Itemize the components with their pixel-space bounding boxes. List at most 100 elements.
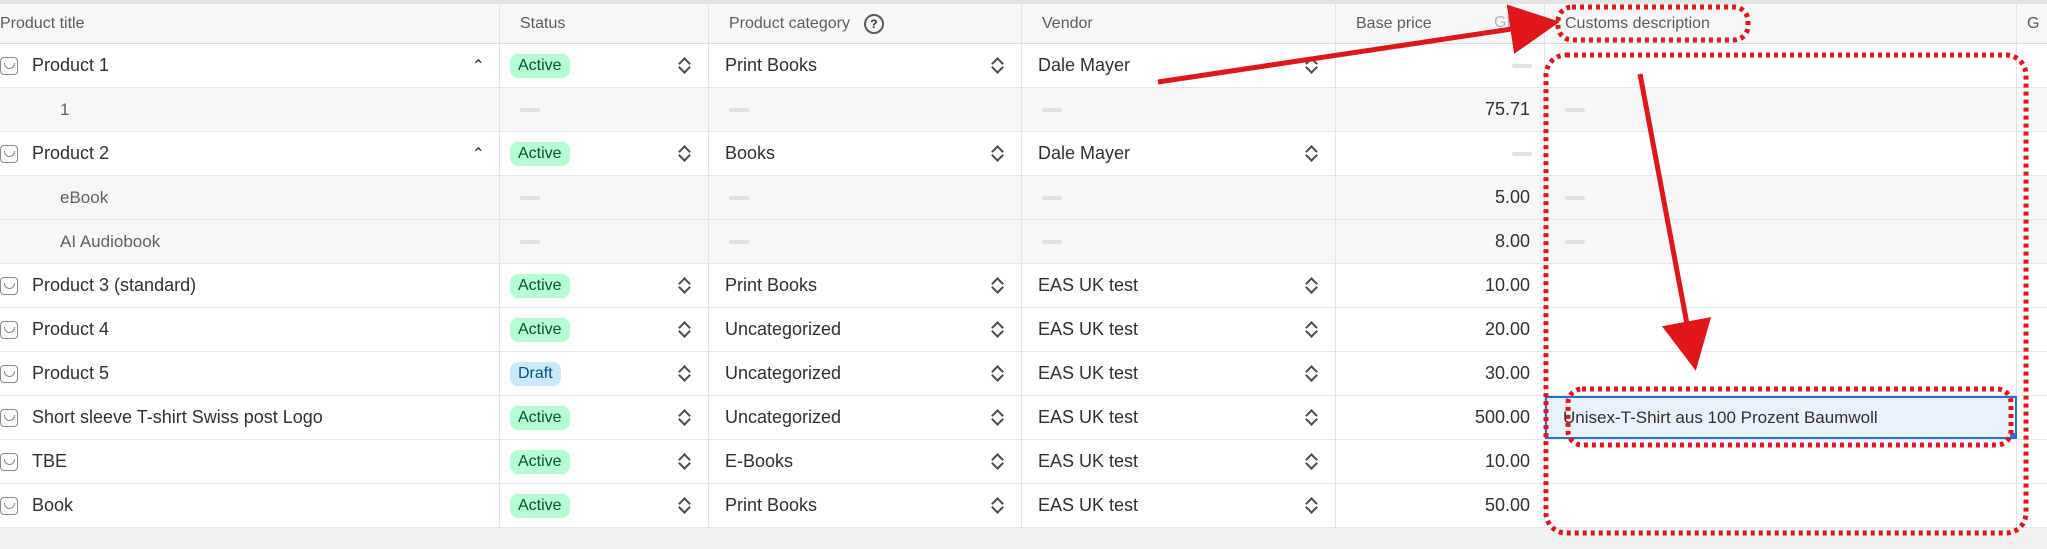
sort-select-icon[interactable]	[678, 362, 690, 384]
product-title[interactable]: Product 2	[32, 143, 109, 164]
sort-select-icon[interactable]	[678, 406, 690, 428]
category-select[interactable]: E-Books	[709, 451, 793, 472]
customs-cell[interactable]	[1545, 44, 2017, 87]
table-row[interactable]: TBE Active E-Books EAS UK test 10.00	[0, 440, 2047, 484]
product-title[interactable]: Product 1	[32, 55, 109, 76]
sort-select-icon[interactable]	[678, 54, 690, 76]
customs-cell[interactable]	[1545, 220, 2017, 263]
table-row[interactable]: Product 4 Active Uncategorized EAS UK te…	[0, 308, 2047, 352]
category-select[interactable]: Print Books	[709, 275, 817, 296]
sort-select-icon[interactable]	[1305, 362, 1317, 384]
variant-row[interactable]: 1 75.71	[0, 88, 2047, 132]
sort-select-icon[interactable]	[678, 450, 690, 472]
category-select[interactable]: Uncategorized	[709, 407, 841, 428]
sort-select-icon[interactable]	[991, 450, 1003, 472]
header-base-price[interactable]: Base price GB	[1336, 4, 1545, 43]
vendor-select[interactable]: Dale Mayer	[1022, 143, 1130, 164]
header-product-category[interactable]: Product category?	[709, 4, 1022, 43]
sort-select-icon[interactable]	[1305, 54, 1317, 76]
product-title[interactable]: Product 5	[32, 363, 109, 384]
sort-select-icon[interactable]	[1305, 494, 1317, 516]
vendor-select[interactable]: EAS UK test	[1022, 275, 1138, 296]
table-row[interactable]: Short sleeve T-shirt Swiss post Logo Act…	[0, 396, 2047, 440]
variant-row[interactable]: eBook 5.00	[0, 176, 2047, 220]
fill-handle[interactable]	[2010, 433, 2016, 439]
table-row[interactable]: Product 5 Draft Uncategorized EAS UK tes…	[0, 352, 2047, 396]
sort-select-icon[interactable]	[991, 494, 1003, 516]
category-select[interactable]: Print Books	[709, 55, 817, 76]
status-badge[interactable]: Active	[510, 449, 570, 474]
chevron-up-icon[interactable]: ⌃	[472, 144, 485, 164]
price-cell[interactable]: 8.00	[1336, 220, 1545, 263]
price-cell[interactable]: 50.00	[1336, 484, 1545, 527]
product-title[interactable]: Short sleeve T-shirt Swiss post Logo	[32, 407, 323, 428]
vendor-select[interactable]: Dale Mayer	[1022, 55, 1130, 76]
status-badge[interactable]: Active	[510, 493, 570, 518]
header-vendor[interactable]: Vendor	[1022, 4, 1336, 43]
customs-cell[interactable]	[1545, 352, 2017, 395]
chevron-up-icon[interactable]: ⌃	[472, 56, 485, 76]
status-badge[interactable]: Active	[510, 273, 570, 298]
category-select[interactable]: Books	[709, 143, 775, 164]
table-row[interactable]: Book Active Print Books EAS UK test 50.0…	[0, 484, 2047, 528]
vendor-select[interactable]: EAS UK test	[1022, 363, 1138, 384]
header-customs-description[interactable]: Customs description	[1545, 4, 2017, 43]
vendor-select[interactable]: EAS UK test	[1022, 319, 1138, 340]
sort-select-icon[interactable]	[991, 318, 1003, 340]
empty-placeholder	[1042, 195, 1062, 200]
price-cell[interactable]: 10.00	[1336, 440, 1545, 483]
sort-select-icon[interactable]	[1305, 318, 1317, 340]
header-product-title[interactable]: Product title	[0, 4, 500, 43]
product-title[interactable]: Book	[32, 495, 73, 516]
vendor-select[interactable]: EAS UK test	[1022, 451, 1138, 472]
vendor-select[interactable]: EAS UK test	[1022, 407, 1138, 428]
category-select[interactable]: Print Books	[709, 495, 817, 516]
table-row[interactable]: Product 2 ⌃ Active Books Dale Mayer	[0, 132, 2047, 176]
status-badge[interactable]: Active	[510, 317, 570, 342]
sort-select-icon[interactable]	[678, 318, 690, 340]
status-badge[interactable]: Active	[510, 141, 570, 166]
customs-cell[interactable]	[1545, 484, 2017, 527]
table-row[interactable]: Product 3 (standard) Active Print Books …	[0, 264, 2047, 308]
sort-select-icon[interactable]	[991, 362, 1003, 384]
status-badge[interactable]: Active	[510, 405, 570, 430]
price-cell[interactable]: 75.71	[1336, 88, 1545, 131]
status-badge[interactable]: Active	[510, 53, 570, 78]
category-select[interactable]: Uncategorized	[709, 319, 841, 340]
vendor-select[interactable]: EAS UK test	[1022, 495, 1138, 516]
sort-select-icon[interactable]	[1305, 274, 1317, 296]
price-cell[interactable]: 10.00	[1336, 264, 1545, 307]
price-cell[interactable]: 30.00	[1336, 352, 1545, 395]
sort-select-icon[interactable]	[678, 274, 690, 296]
price-cell[interactable]: 20.00	[1336, 308, 1545, 351]
customs-description-value[interactable]: Unisex-T-Shirt aus 100 Prozent Baumwoll	[1545, 408, 1878, 428]
customs-cell[interactable]	[1545, 132, 2017, 175]
table-row[interactable]: Product 1 ⌃ Active Print Books Dale Mayer	[0, 44, 2047, 88]
customs-cell[interactable]	[1545, 308, 2017, 351]
variant-row[interactable]: AI Audiobook 8.00	[0, 220, 2047, 264]
product-title[interactable]: Product 3 (standard)	[32, 275, 196, 296]
category-select[interactable]: Uncategorized	[709, 363, 841, 384]
header-next-column[interactable]: G	[2017, 4, 2047, 43]
header-status[interactable]: Status	[500, 4, 709, 43]
sort-select-icon[interactable]	[1305, 406, 1317, 428]
product-title[interactable]: TBE	[32, 451, 67, 472]
price-cell[interactable]: 5.00	[1336, 176, 1545, 219]
customs-cell-selected[interactable]: Unisex-T-Shirt aus 100 Prozent Baumwoll	[1545, 396, 2017, 439]
sort-select-icon[interactable]	[678, 142, 690, 164]
sort-select-icon[interactable]	[1305, 142, 1317, 164]
sort-select-icon[interactable]	[991, 406, 1003, 428]
customs-cell[interactable]	[1545, 176, 2017, 219]
customs-cell[interactable]	[1545, 440, 2017, 483]
sort-select-icon[interactable]	[1305, 450, 1317, 472]
status-badge[interactable]: Draft	[510, 361, 561, 386]
customs-cell[interactable]	[1545, 264, 2017, 307]
sort-select-icon[interactable]	[991, 142, 1003, 164]
price-cell[interactable]: 500.00	[1336, 396, 1545, 439]
product-title[interactable]: Product 4	[32, 319, 109, 340]
help-icon[interactable]: ?	[863, 13, 884, 34]
sort-select-icon[interactable]	[991, 54, 1003, 76]
sort-select-icon[interactable]	[991, 274, 1003, 296]
sort-select-icon[interactable]	[678, 494, 690, 516]
customs-cell[interactable]	[1545, 88, 2017, 131]
